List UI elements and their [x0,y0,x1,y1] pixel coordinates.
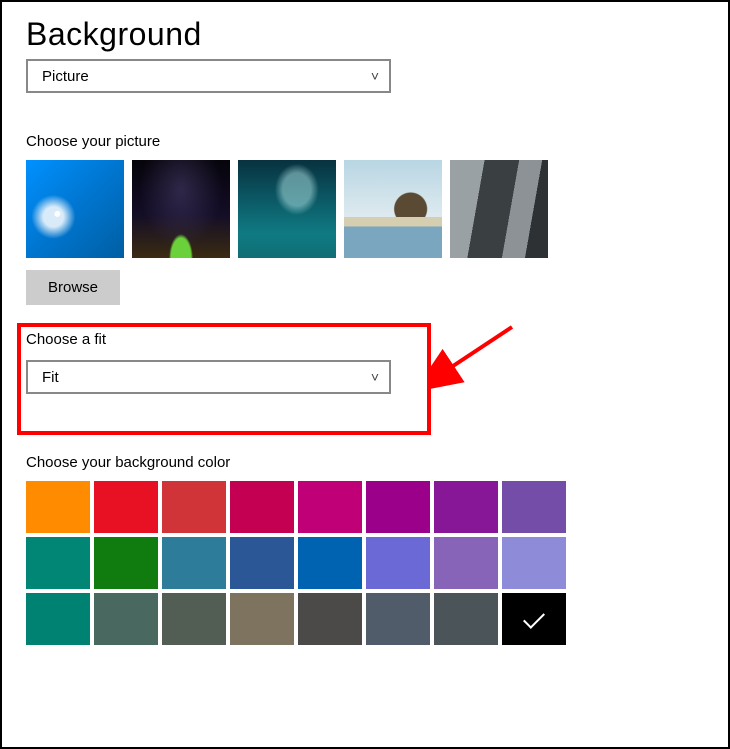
color-swatch[interactable] [366,537,430,589]
color-swatch[interactable] [162,593,226,645]
picture-thumb[interactable] [238,160,336,258]
color-swatch[interactable] [94,593,158,645]
background-type-dropdown[interactable]: Picture ˅ [26,59,391,93]
choose-fit-section: Choose a fit Fit ˅ [26,331,446,394]
color-swatch[interactable] [230,481,294,533]
color-grid [26,481,704,645]
color-swatch[interactable] [502,481,566,533]
picture-thumb[interactable] [344,160,442,258]
color-swatch[interactable] [502,537,566,589]
color-swatch[interactable] [26,593,90,645]
chevron-down-icon: ˅ [371,369,379,385]
picture-thumb[interactable] [26,160,124,258]
page-title: Background [26,16,704,53]
fit-dropdown[interactable]: Fit ˅ [26,360,391,394]
browse-button[interactable]: Browse [26,270,120,305]
color-swatch[interactable] [298,537,362,589]
choose-color-section: Choose your background color [26,454,704,645]
color-swatch[interactable] [366,593,430,645]
picture-thumb[interactable] [450,160,548,258]
choose-picture-label: Choose your picture [26,133,704,150]
color-swatch[interactable] [434,481,498,533]
color-swatch[interactable] [94,537,158,589]
color-swatch[interactable] [502,593,566,645]
picture-thumb[interactable] [132,160,230,258]
color-swatch[interactable] [230,537,294,589]
color-swatch[interactable] [230,593,294,645]
color-swatch[interactable] [298,481,362,533]
color-swatch[interactable] [298,593,362,645]
color-swatch[interactable] [94,481,158,533]
color-swatch[interactable] [162,537,226,589]
chevron-down-icon: ˅ [371,68,379,84]
color-swatch[interactable] [434,593,498,645]
color-swatch[interactable] [26,537,90,589]
picture-thumb-row [26,160,704,258]
choose-color-label: Choose your background color [26,454,704,471]
background-type-value: Picture [42,68,89,85]
fit-value: Fit [42,369,59,386]
color-swatch[interactable] [366,481,430,533]
choose-picture-section: Choose your picture Browse [26,133,704,305]
color-swatch[interactable] [434,537,498,589]
color-swatch[interactable] [26,481,90,533]
color-swatch[interactable] [162,481,226,533]
choose-fit-label: Choose a fit [26,331,446,348]
